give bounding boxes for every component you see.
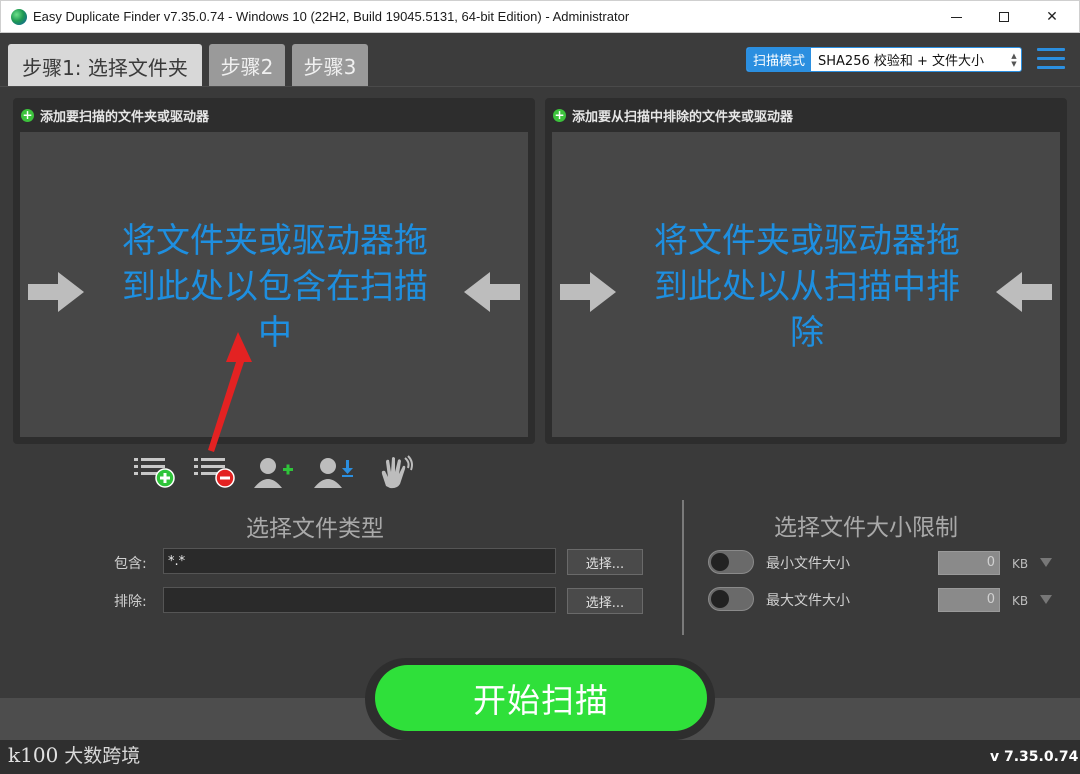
include-panel-header[interactable]: + 添加要扫描的文件夹或驱动器: [21, 106, 209, 125]
minimize-icon: [950, 16, 962, 18]
min-size-input[interactable]: 0: [938, 551, 1000, 575]
minimize-button[interactable]: [933, 1, 979, 33]
app-icon: [11, 9, 27, 25]
include-drop-text: 将文件夹或驱动器拖到此处以包含在扫描中: [122, 221, 428, 353]
status-bar: [0, 740, 1080, 774]
arrow-right-icon: [28, 272, 84, 312]
remove-list-icon[interactable]: [192, 454, 236, 490]
start-scan-button[interactable]: 开始扫描: [375, 665, 707, 731]
arrow-left-icon: [464, 272, 520, 312]
arrow-right-icon: [560, 272, 616, 312]
add-list-icon[interactable]: [132, 454, 176, 490]
version-label: v 7.35.0.74: [990, 749, 1079, 765]
arrow-left-icon: [996, 272, 1052, 312]
menu-icon[interactable]: [1037, 48, 1065, 70]
file-types-title: 选择文件类型: [246, 516, 384, 542]
scan-mode-value[interactable]: SHA256 校验和 + 文件大小: [811, 48, 1007, 71]
window-title: Easy Duplicate Finder v7.35.0.74 - Windo…: [33, 9, 630, 24]
exclude-drop-zone[interactable]: 将文件夹或驱动器拖到此处以从扫描中排除: [552, 132, 1060, 437]
max-size-input[interactable]: 0: [938, 588, 1000, 612]
add-icon[interactable]: +: [553, 109, 566, 122]
watermark-text: 大数跨境: [64, 745, 141, 767]
size-limits-title: 选择文件大小限制: [774, 515, 958, 541]
include-types-input[interactable]: *.*: [163, 548, 556, 574]
title-bar: Easy Duplicate Finder v7.35.0.74 - Windo…: [0, 0, 1080, 33]
toggle-knob: [711, 553, 729, 571]
min-size-label: 最小文件大小: [766, 556, 850, 572]
maximize-icon: [999, 12, 1009, 22]
close-button[interactable]: ✕: [1029, 1, 1075, 33]
annotation-arrow-icon: [208, 332, 252, 452]
add-icon[interactable]: +: [21, 109, 34, 122]
tab-step-3[interactable]: 步骤3: [292, 44, 368, 86]
max-size-unit: KB: [1012, 594, 1029, 608]
include-panel-title: 添加要扫描的文件夹或驱动器: [40, 110, 210, 125]
tab-step-1[interactable]: 步骤1: 选择文件夹: [8, 44, 202, 88]
include-panel: + 添加要扫描的文件夹或驱动器 将文件夹或驱动器拖到此处以包含在扫描中: [13, 98, 535, 444]
exclude-label: 排除:: [114, 594, 147, 610]
include-select-button[interactable]: 选择...: [567, 549, 643, 575]
exclude-types-input[interactable]: [163, 587, 556, 613]
exclude-drop-text: 将文件夹或驱动器拖到此处以从扫描中排除: [654, 221, 960, 353]
max-size-toggle[interactable]: [708, 587, 754, 611]
tab-step-2[interactable]: 步骤2: [209, 44, 285, 86]
add-user-icon[interactable]: [252, 454, 296, 490]
hand-wave-icon[interactable]: [372, 454, 416, 490]
spinner-icon[interactable]: ▲ ▼: [1007, 48, 1021, 71]
toggle-knob: [711, 590, 729, 608]
chevron-down-icon[interactable]: [1040, 558, 1052, 567]
exclude-panel-title: 添加要从扫描中排除的文件夹或驱动器: [572, 110, 794, 125]
max-size-label: 最大文件大小: [766, 593, 850, 609]
min-size-toggle[interactable]: [708, 550, 754, 574]
scan-mode-label: 扫描模式: [747, 48, 812, 71]
min-size-unit: KB: [1012, 557, 1029, 571]
chevron-down-icon[interactable]: [1040, 595, 1052, 604]
watermark-logo: k100: [8, 742, 59, 767]
exclude-select-button[interactable]: 选择...: [567, 588, 643, 614]
maximize-button[interactable]: [981, 1, 1027, 33]
exclude-panel-header[interactable]: + 添加要从扫描中排除的文件夹或驱动器: [553, 106, 793, 125]
watermark: k100 大数跨境: [8, 741, 140, 768]
scan-mode-select[interactable]: 扫描模式 SHA256 校验和 + 文件大小 ▲ ▼: [746, 47, 1022, 72]
import-user-icon[interactable]: [312, 454, 356, 490]
exclude-panel: + 添加要从扫描中排除的文件夹或驱动器 将文件夹或驱动器拖到此处以从扫描中排除: [545, 98, 1067, 444]
section-divider: [682, 500, 684, 635]
include-drop-zone[interactable]: 将文件夹或驱动器拖到此处以包含在扫描中: [20, 132, 528, 437]
include-label: 包含:: [114, 556, 147, 572]
